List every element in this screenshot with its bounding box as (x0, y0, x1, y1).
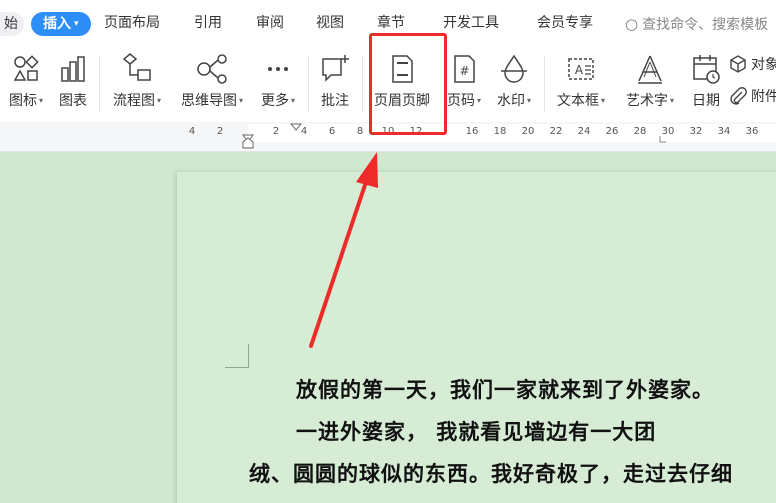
mindmap-icon (176, 52, 248, 86)
chart-button-label: 图表 (59, 93, 87, 109)
comment-button[interactable]: 批注 (316, 52, 354, 110)
tab-review[interactable]: 审阅 (256, 11, 284, 35)
separator (99, 56, 100, 112)
tab-references[interactable]: 引用 (194, 11, 222, 35)
textbox-icon: A (552, 52, 610, 86)
ruler-tick: 36 (745, 126, 759, 137)
tab-page-layout[interactable]: 页面布局 (104, 11, 160, 35)
ruler-tick: 18 (493, 126, 507, 137)
wordart-icon (620, 52, 680, 86)
tab-start[interactable]: 始 (0, 12, 24, 36)
command-search[interactable]: ○ 查找命令、搜索模板 (625, 12, 768, 36)
chevron-down-icon: ▾ (476, 96, 481, 105)
icon-button-label: 图标 (8, 93, 37, 109)
tab-insert[interactable]: 插入 ▾ (31, 12, 91, 36)
more-button[interactable]: 更多 ▾ (256, 52, 300, 110)
more-label: 更多 (260, 93, 289, 109)
ruler-tick: 2 (216, 126, 224, 137)
chevron-down-icon: ▾ (290, 96, 295, 105)
watermark-icon (492, 52, 536, 86)
search-input[interactable]: 查找命令、搜索模板 (642, 17, 768, 33)
mindmap-label: 思维导图 (180, 93, 237, 109)
ruler-tick: 30 (661, 126, 675, 137)
calendar-clock-icon (688, 52, 724, 86)
tab-member[interactable]: 会员专享 (537, 11, 593, 35)
ruler-tick: 6 (328, 126, 336, 137)
ruler-tick: 22 (549, 126, 563, 137)
ruler-tick: 4 (188, 126, 196, 137)
ruler-tick: 8 (356, 126, 364, 137)
separator (544, 56, 545, 112)
separator (308, 56, 309, 112)
chevron-down-icon: ▾ (600, 96, 605, 105)
shapes-icon (6, 52, 46, 86)
comment-label: 批注 (321, 93, 349, 109)
hanging-indent-marker (289, 123, 303, 131)
document-page[interactable] (177, 172, 776, 503)
comment-add-icon (316, 52, 354, 86)
ruler-tick: 2 (272, 126, 280, 137)
object-button[interactable]: 对象 (728, 54, 776, 74)
paperclip-icon (730, 87, 747, 105)
chart-button[interactable]: 图表 (55, 52, 91, 110)
svg-text:A: A (575, 63, 584, 77)
document-paragraph[interactable]: 一进外婆家， 我就看见墙边有一大团 (296, 416, 656, 446)
date-label: 日期 (692, 93, 720, 109)
attachment-label: 附件 (751, 89, 776, 105)
document-paragraph[interactable]: 绒、圆圆的球似的东西。我好奇极了，走过去仔细 (249, 458, 733, 488)
margin-corner-mark (225, 344, 249, 368)
wordart-label: 艺术字 (625, 93, 668, 109)
ruler-tick: 28 (633, 126, 647, 137)
cube-icon (730, 55, 746, 73)
flowchart-button[interactable]: 流程图 ▾ (108, 52, 166, 110)
wordart-button[interactable]: 艺术字 ▾ (620, 52, 680, 110)
tab-view[interactable]: 视图 (316, 11, 344, 35)
page-number-icon: # (442, 52, 486, 86)
chevron-down-icon: ▾ (74, 19, 79, 29)
ruler-tick: 34 (717, 126, 731, 137)
ruler-tick: 26 (605, 126, 619, 137)
mindmap-button[interactable]: 思维导图 ▾ (176, 52, 248, 110)
chevron-down-icon: ▾ (238, 96, 243, 105)
textbox-label: 文本框 (556, 93, 599, 109)
ruler-tick: 16 (465, 126, 479, 137)
tab-chapter[interactable]: 章节 (377, 11, 405, 35)
date-button[interactable]: 日期 (688, 52, 724, 110)
svg-text:#: # (459, 64, 469, 78)
bar-chart-icon (55, 52, 91, 86)
more-dots-icon (256, 52, 300, 86)
tab-developer-tools[interactable]: 开发工具 (443, 11, 499, 35)
chevron-down-icon: ▾ (526, 96, 531, 105)
page-number-button[interactable]: # 页码 ▾ (442, 52, 486, 110)
tab-insert-label: 插入 (43, 16, 71, 32)
flowchart-label: 流程图 (112, 93, 155, 109)
flowchart-icon (108, 52, 166, 86)
chevron-down-icon: ▾ (156, 96, 161, 105)
separator (362, 56, 363, 112)
icon-button[interactable]: 图标 ▾ (6, 52, 46, 110)
ruler-tick: 32 (689, 126, 703, 137)
textbox-button[interactable]: A 文本框 ▾ (552, 52, 610, 110)
watermark-label: 水印 (496, 93, 525, 109)
attachment-button[interactable]: 附件 (728, 86, 776, 106)
chevron-down-icon: ▾ (669, 96, 674, 105)
page-number-label: 页码 (446, 93, 475, 109)
chevron-down-icon: ▾ (38, 96, 43, 105)
highlight-box (369, 33, 447, 135)
ruler-tick: 24 (577, 126, 591, 137)
watermark-button[interactable]: 水印 ▾ (492, 52, 536, 110)
ruler-tick: 20 (521, 126, 535, 137)
ruler-tick: 4 (300, 126, 308, 137)
document-paragraph[interactable]: 放假的第一天，我们一家就来到了外婆家。 (296, 374, 714, 404)
left-indent-marker (242, 137, 254, 149)
search-icon: ○ (625, 15, 639, 33)
object-label: 对象 (751, 57, 776, 73)
document-workspace[interactable]: 放假的第一天，我们一家就来到了外婆家。 一进外婆家， 我就看见墙边有一大团 绒、… (0, 152, 776, 503)
